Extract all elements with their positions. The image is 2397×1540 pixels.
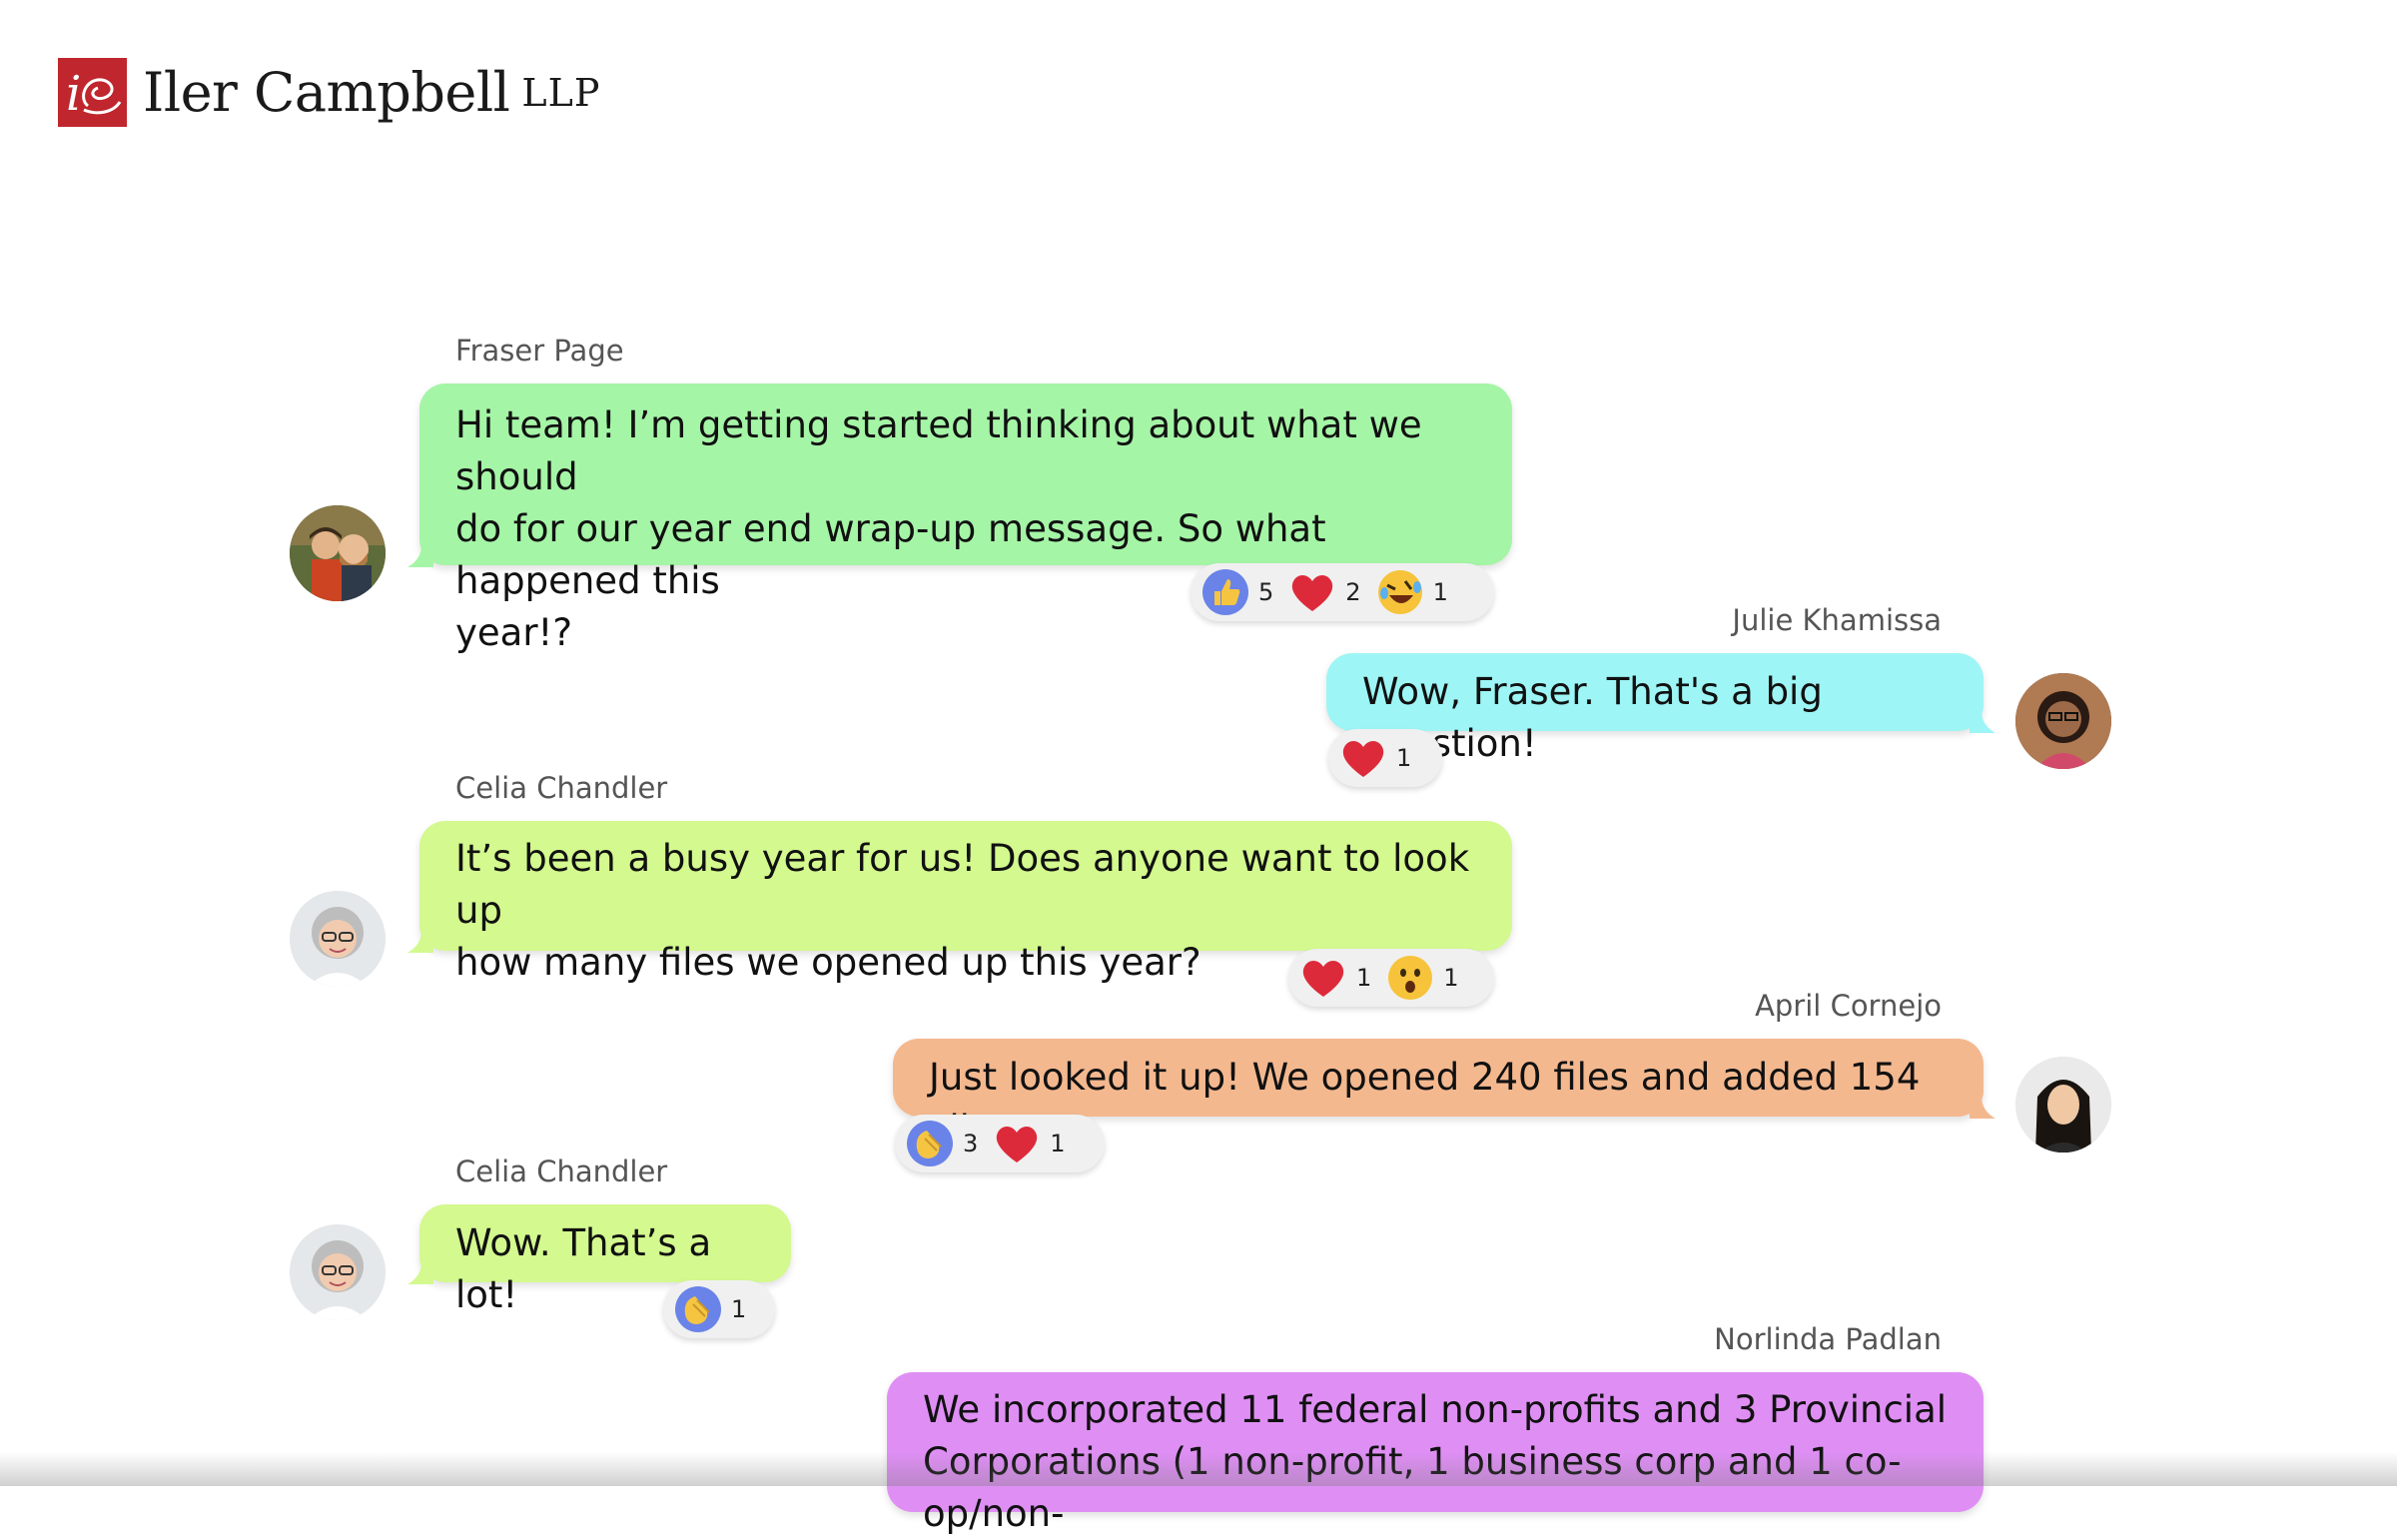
avatar-celia-chandler[interactable] (290, 891, 386, 987)
bubble-tail (407, 545, 433, 567)
reaction-bar[interactable]: 1 (1328, 729, 1442, 787)
avatar-julie-khamissa[interactable] (2015, 673, 2111, 769)
message-line: Hi team! I’m getting started thinking ab… (455, 403, 1422, 498)
reaction-heart[interactable]: 1 (1298, 953, 1371, 1003)
reaction-bar[interactable]: 5 2 1 (1191, 563, 1494, 621)
message-bubble: It’s been a busy year for us! Does anyon… (407, 821, 1512, 984)
message-bubble: Wow, Fraser. That's a big question! (1326, 653, 1996, 765)
bubble-tail (1970, 1097, 1996, 1119)
firm-name: Iler Campbell (143, 61, 510, 124)
reaction-heart[interactable]: 1 (1338, 733, 1411, 783)
bubble-tail (407, 1262, 433, 1284)
sender-name: Julie Khamissa (1732, 603, 1942, 637)
sender-name: Fraser Page (455, 334, 624, 368)
message-bubble: Just looked it up! We opened 240 files a… (893, 1039, 1996, 1151)
avatar-celia-chandler[interactable] (290, 1224, 386, 1320)
thumbs-up-icon (1202, 569, 1248, 615)
bottom-scroll-shadow (0, 1452, 2397, 1486)
surprised-face-icon (1388, 956, 1433, 1000)
avatar-fraser-page[interactable] (290, 505, 386, 601)
bubble-tail (1970, 711, 1996, 733)
reaction-clapping[interactable]: 1 (673, 1284, 746, 1334)
clapping-hands-icon (907, 1121, 953, 1166)
reaction-bar[interactable]: 1 (663, 1280, 775, 1338)
reaction-thumbs-up[interactable]: 5 (1200, 567, 1273, 617)
logo-mark: i (58, 58, 127, 127)
bubble-tail (407, 931, 433, 953)
svg-text:i: i (66, 66, 81, 122)
avatar-april-cornejo[interactable] (2015, 1057, 2111, 1153)
heart-icon (1292, 575, 1333, 611)
reaction-heart[interactable]: 2 (1287, 567, 1361, 617)
reaction-clapping[interactable]: 3 (905, 1119, 978, 1168)
message-bubble: Hi team! I’m getting started thinking ab… (407, 384, 1512, 654)
reaction-laughing[interactable]: 1 (1375, 567, 1448, 617)
firm-logo: i Iler Campbell LLP (58, 58, 600, 127)
sender-name: Celia Chandler (455, 771, 668, 805)
clapping-hands-icon (675, 1286, 721, 1332)
heart-icon (1342, 741, 1384, 777)
sender-name: Celia Chandler (455, 1155, 668, 1188)
message-bubble: We incorporated 11 federal non-profits a… (887, 1372, 1984, 1535)
message-line: Wow, Fraser. That's a big question! (1362, 670, 1823, 765)
reaction-surprised[interactable]: 1 (1385, 953, 1459, 1003)
sender-name: Norlinda Padlan (1714, 1322, 1942, 1356)
reaction-bar[interactable]: 3 1 (895, 1115, 1105, 1172)
message-line: It’s been a busy year for us! Does anyon… (455, 837, 1470, 932)
firm-suffix: LLP (521, 70, 601, 115)
heart-icon (997, 1127, 1038, 1162)
reaction-bar[interactable]: 1 1 (1288, 949, 1494, 1007)
sender-name: April Cornejo (1755, 989, 1942, 1023)
laughing-face-icon (1377, 570, 1422, 614)
message-line: We incorporated 11 federal non-profits a… (923, 1388, 1948, 1431)
heart-icon (1302, 961, 1344, 997)
message-bubble: Wow. That’s a lot! (407, 1204, 791, 1316)
reaction-heart[interactable]: 1 (992, 1119, 1066, 1168)
